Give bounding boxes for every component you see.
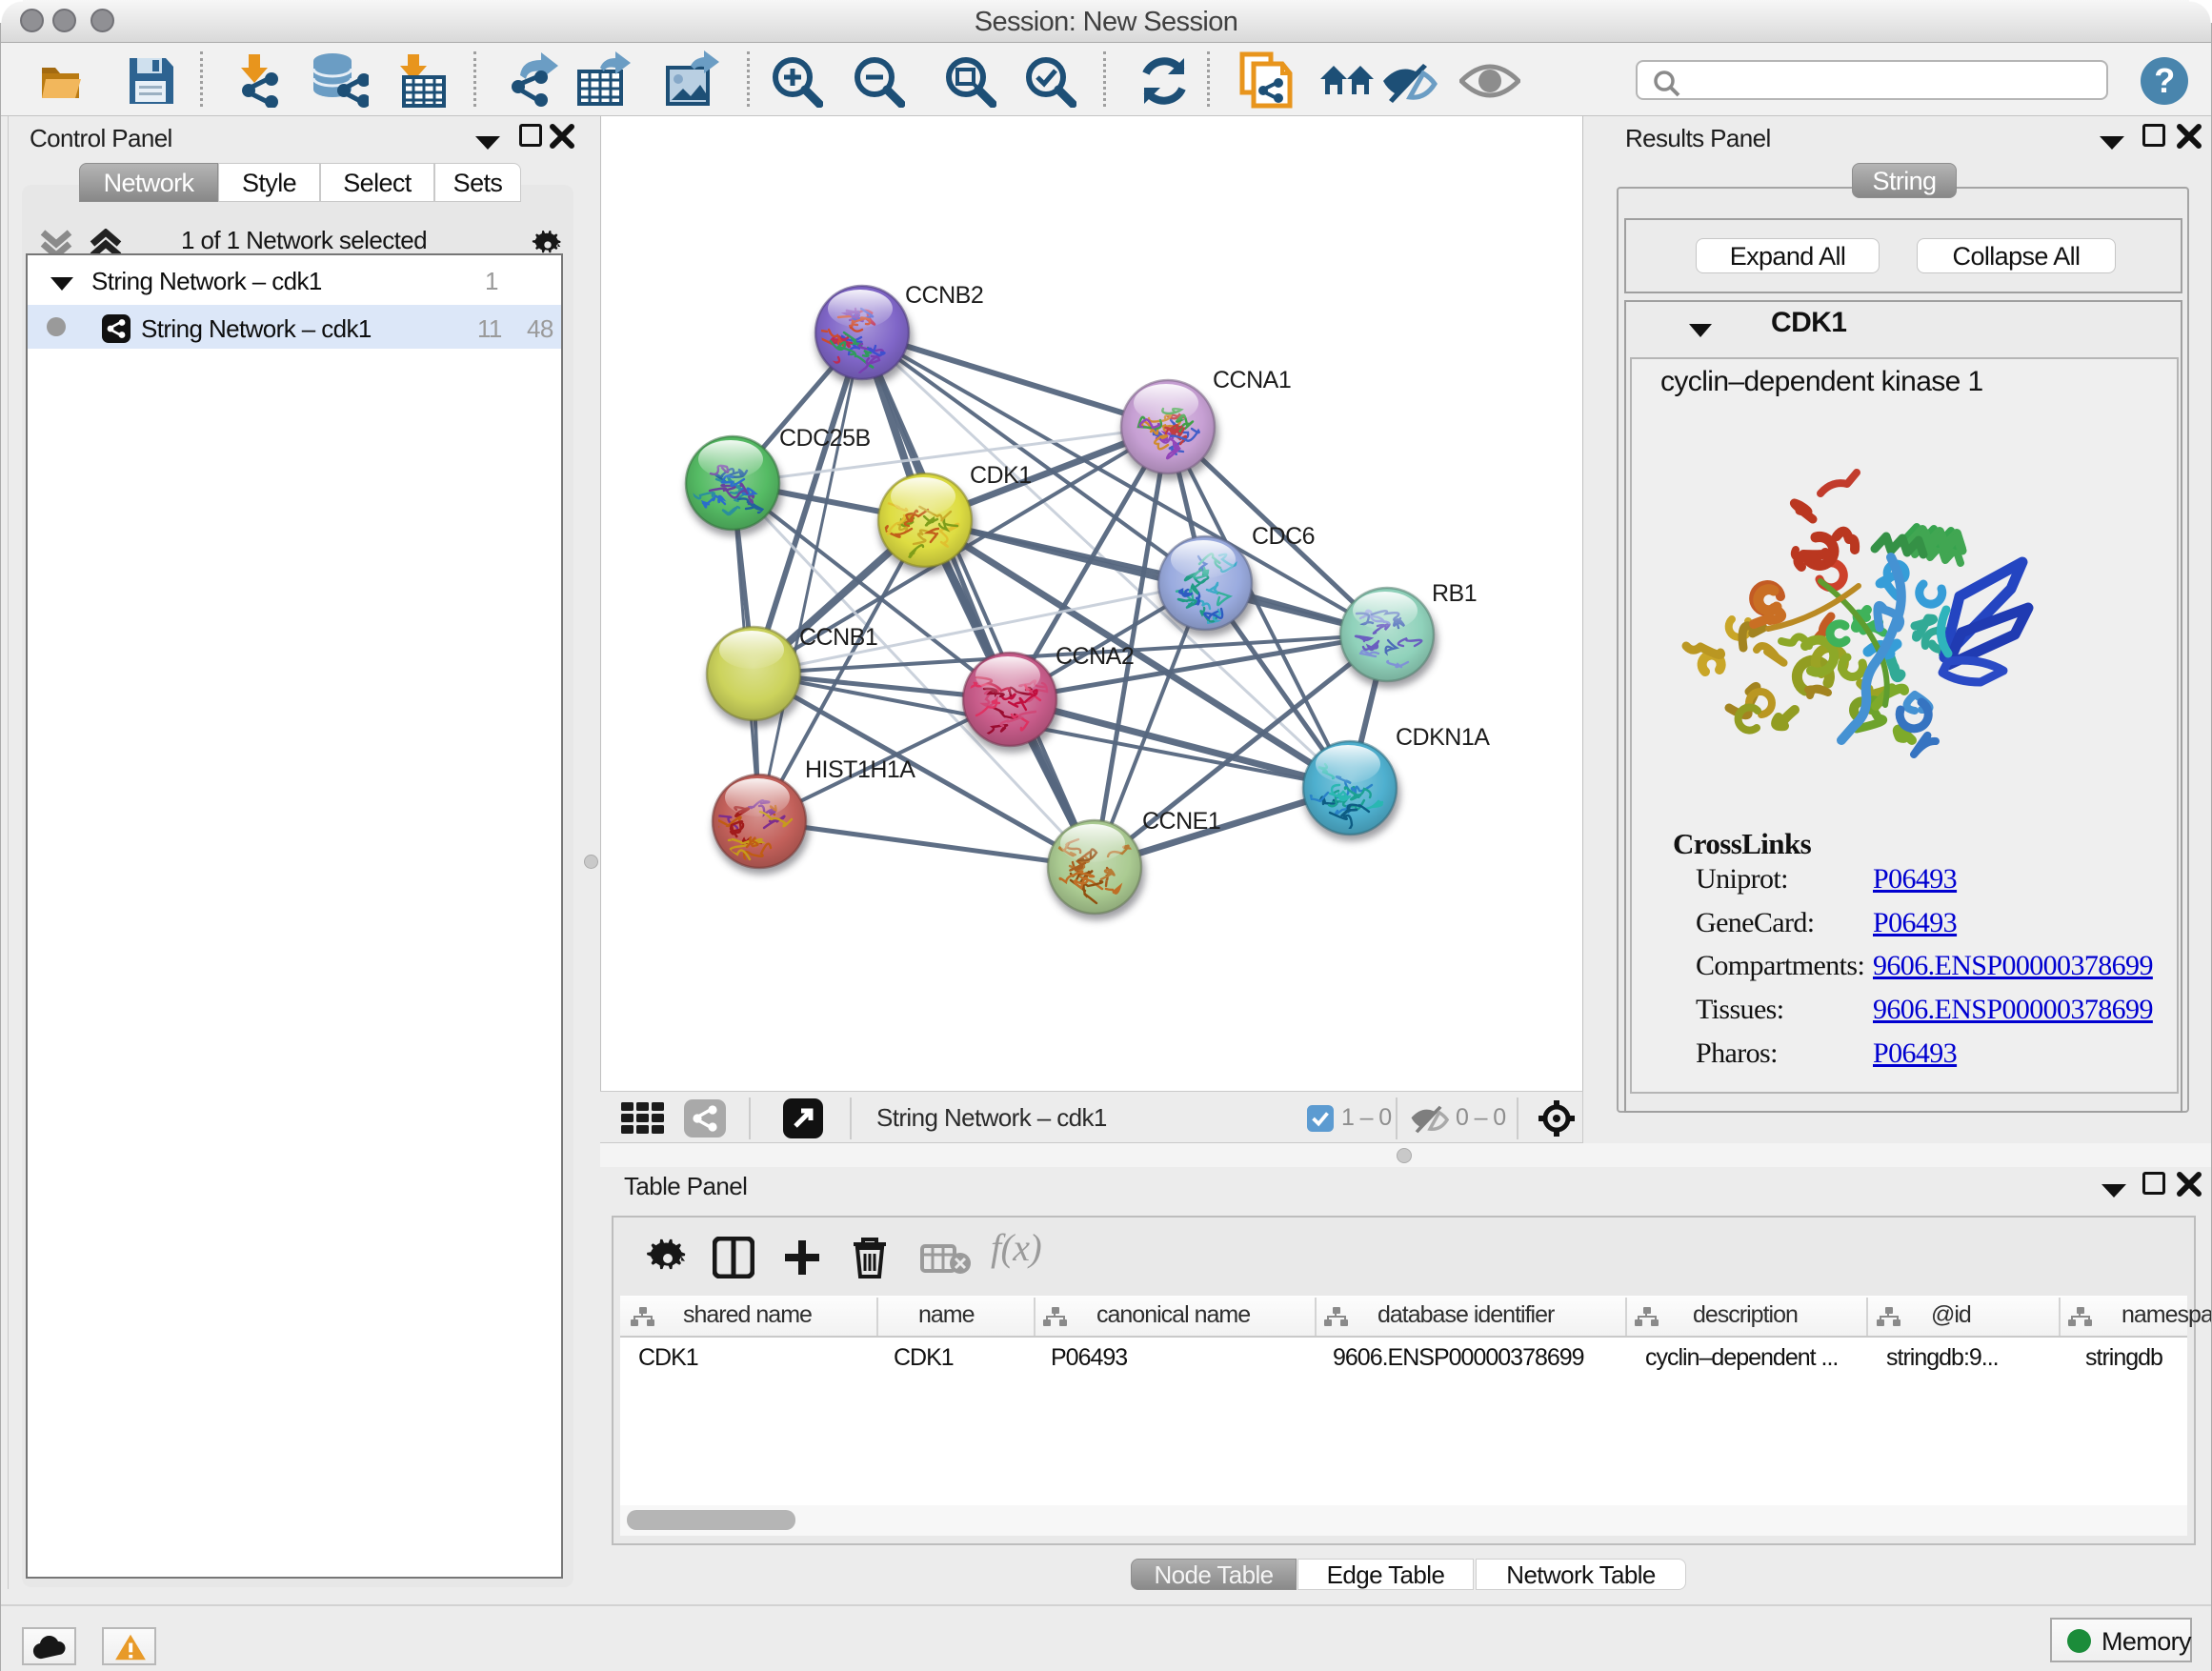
svg-text:CCNA2: CCNA2 (1056, 643, 1134, 670)
svg-text:CDKN1A: CDKN1A (1396, 724, 1490, 751)
svg-text:CDC6: CDC6 (1252, 523, 1315, 550)
svg-text:RB1: RB1 (1432, 580, 1477, 607)
svg-text:CCNB1: CCNB1 (799, 624, 877, 651)
svg-text:?: ? (2154, 61, 2174, 100)
svg-text:CCNB2: CCNB2 (905, 282, 983, 309)
svg-text:CDC25B: CDC25B (779, 425, 871, 452)
svg-text:CCNE1: CCNE1 (1142, 808, 1220, 835)
svg-text:HIST1H1A: HIST1H1A (805, 756, 915, 783)
svg-text:CDK1: CDK1 (970, 462, 1032, 489)
svg-text:CCNA1: CCNA1 (1213, 367, 1291, 393)
